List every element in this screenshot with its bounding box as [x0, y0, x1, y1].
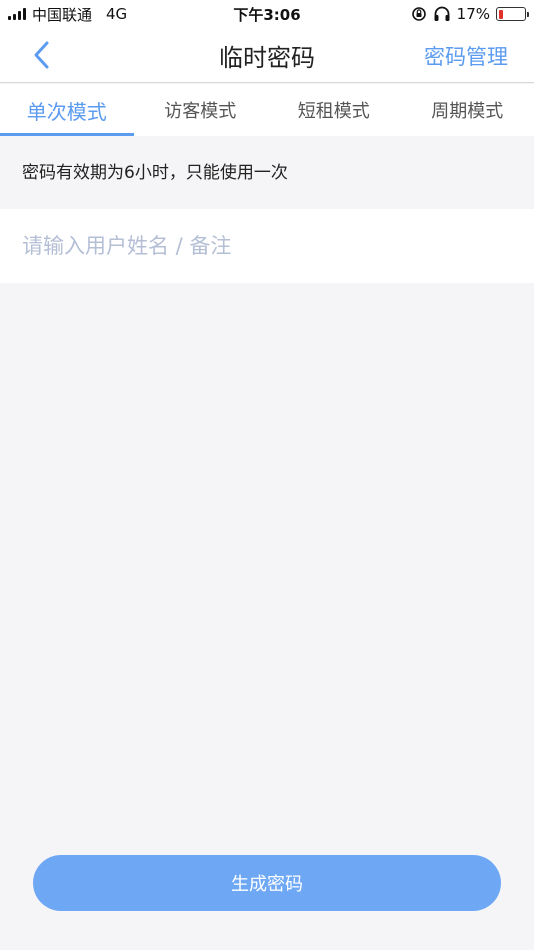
validity-info-text: 密码有效期为6小时，只能使用一次 [22, 163, 288, 183]
back-button[interactable] [24, 38, 58, 72]
tab-visitor-mode[interactable]: 访客模式 [134, 84, 268, 136]
navigation-bar: 临时密码 密码管理 [0, 28, 534, 83]
headphones-icon [433, 6, 451, 22]
name-input-row [0, 209, 534, 283]
user-name-note-input[interactable] [22, 234, 512, 258]
network-type: 4G [106, 5, 128, 23]
generate-password-button[interactable]: 生成密码 [33, 855, 501, 911]
battery-level [498, 9, 503, 19]
status-bar-right: 17% [411, 5, 529, 23]
signal-icon [8, 8, 26, 20]
battery-percent: 17% [456, 5, 490, 23]
status-bar-left: 中国联通 4G [8, 4, 127, 25]
battery-icon [496, 7, 529, 21]
password-management-button[interactable]: 密码管理 [424, 28, 508, 83]
chevron-left-icon [34, 41, 49, 69]
tab-short-rent-mode[interactable]: 短租模式 [267, 84, 401, 136]
orientation-lock-icon [411, 6, 427, 22]
carrier-name: 中国联通 [32, 5, 93, 24]
status-bar: 中国联通 4G 下午3:06 17% [0, 0, 534, 28]
tab-periodic-mode[interactable]: 周期模式 [401, 84, 534, 136]
tab-single-mode[interactable]: 单次模式 [0, 84, 134, 136]
mode-tabs: 单次模式 访客模式 短租模式 周期模式 [0, 84, 534, 136]
